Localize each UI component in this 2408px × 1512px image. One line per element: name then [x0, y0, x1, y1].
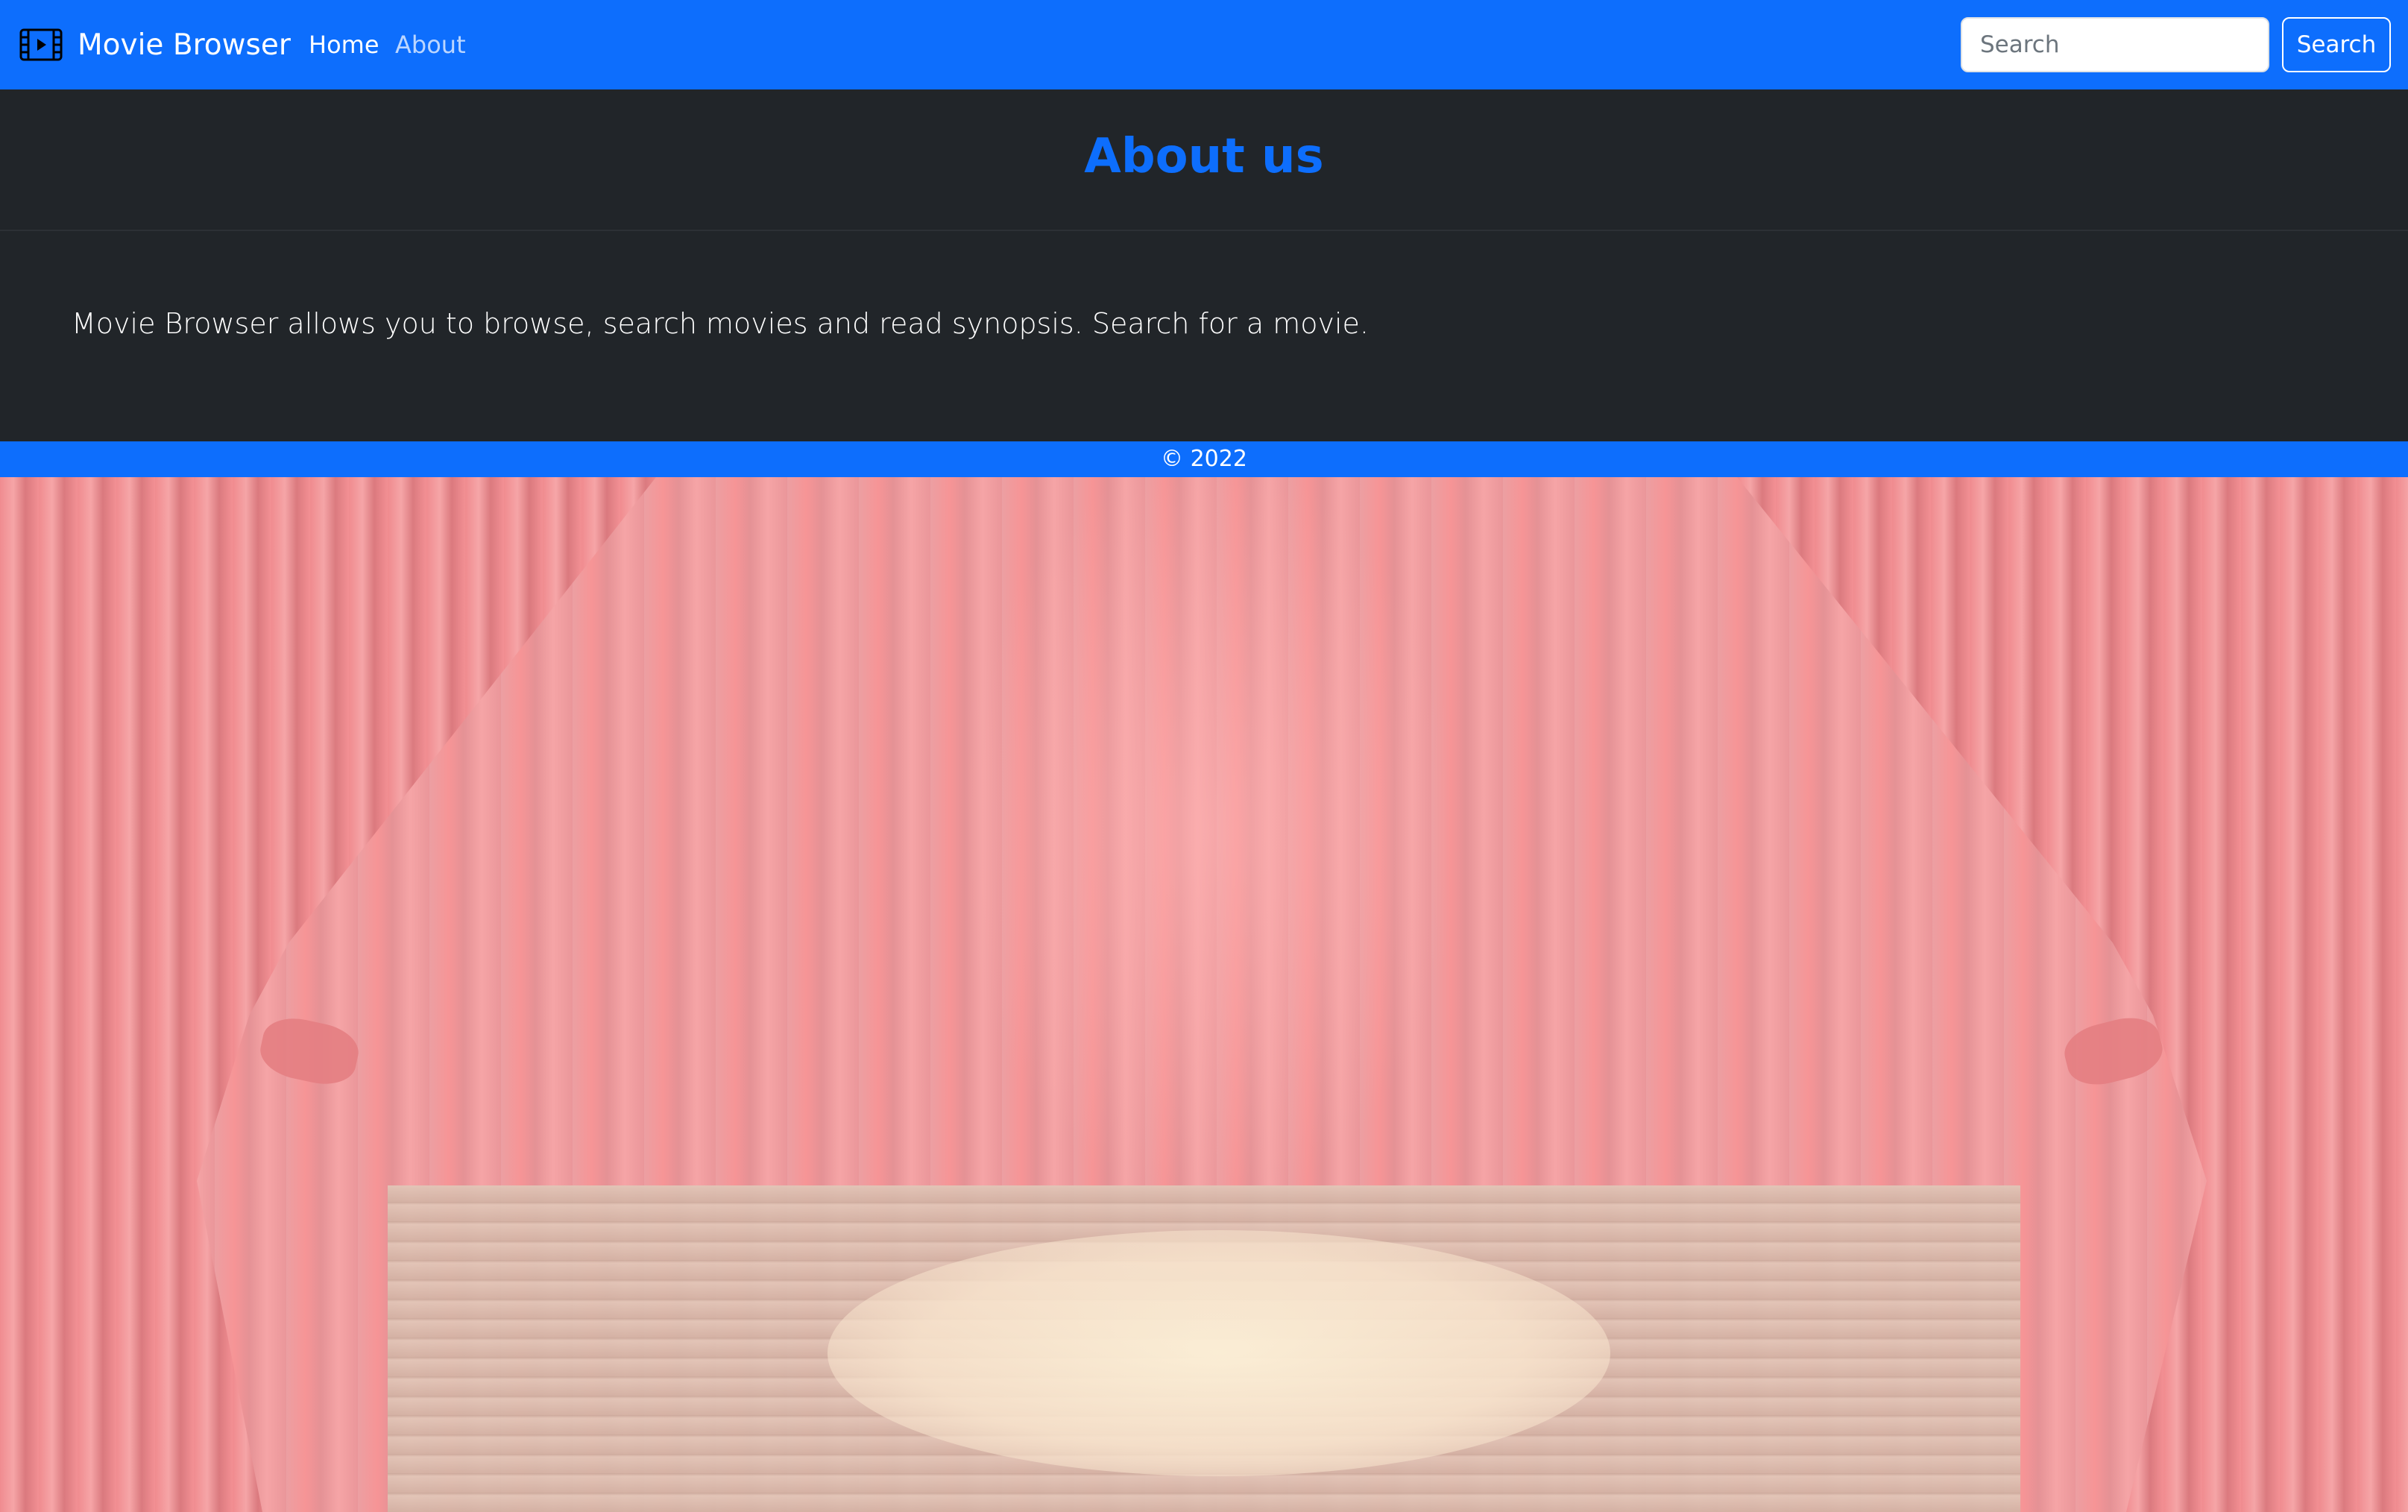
stage-center-glow [969, 477, 1446, 1185]
nav-link-about[interactable]: About [395, 0, 466, 89]
search-button[interactable]: Search [2282, 17, 2391, 72]
brand-link[interactable]: Movie Browser [19, 0, 291, 89]
stage-spotlight [828, 1230, 1610, 1476]
nav-link-home[interactable]: Home [309, 0, 379, 89]
footer: © 2022 [0, 441, 2408, 477]
navbar: Movie Browser Home About Search [0, 0, 2408, 89]
search-input[interactable] [1961, 17, 2269, 72]
about-section: Movie Browser allows you to browse, sear… [0, 231, 2408, 441]
page-header: About us [0, 89, 2408, 231]
film-icon [19, 28, 63, 61]
brand-name: Movie Browser [78, 28, 291, 62]
page-title: About us [1084, 129, 1324, 184]
about-description: Movie Browser allows you to browse, sear… [72, 307, 1369, 340]
copyright-text: © 2022 [1161, 446, 1247, 472]
